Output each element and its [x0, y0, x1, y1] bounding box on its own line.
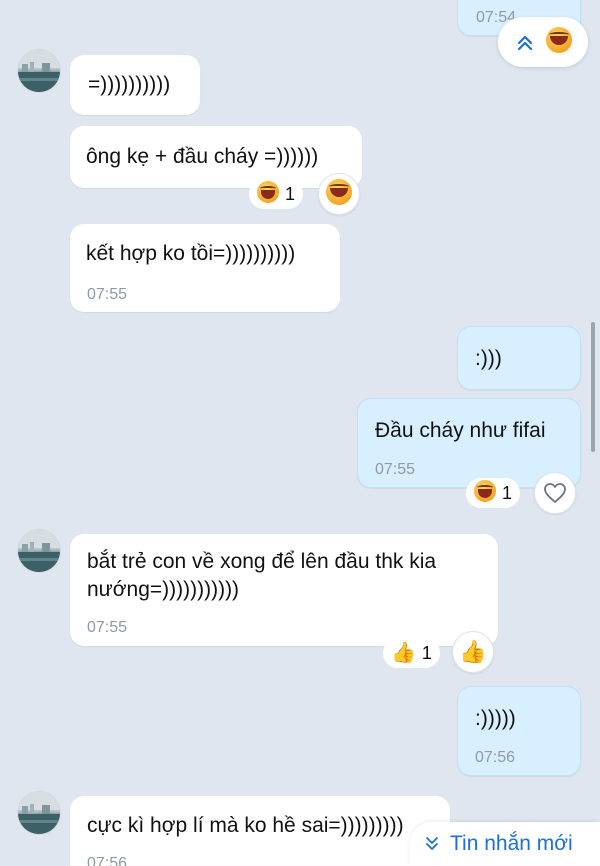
scroll-to-top-button[interactable] [498, 17, 588, 67]
laughing-emoji-icon [546, 26, 572, 58]
message-time: 07:55 [87, 619, 128, 636]
reaction-count-chip[interactable]: 1 [466, 478, 521, 508]
message-text: :))) [475, 347, 502, 370]
reaction-count: 1 [285, 183, 296, 204]
message-text-line: bắt trẻ con về xong để lên đầu thk kia [87, 550, 437, 573]
message-time: 07:55 [375, 461, 416, 478]
heart-outline-icon [544, 483, 566, 503]
new-messages-label: Tin nhắn mới [450, 832, 573, 855]
message-bubble-outgoing[interactable]: :))) [457, 326, 581, 390]
thumbs-up-emoji-icon: 👍 [459, 639, 487, 664]
message-text: =)))))))))) [88, 73, 171, 96]
message-bubble-incoming[interactable]: cực kì hợp lí mà ko hề sai=))))))))) 07:… [70, 796, 450, 866]
message-time: 07:55 [87, 286, 128, 303]
message-text-line: nướng=))))))))))) [87, 578, 240, 601]
double-chevron-up-icon [517, 35, 533, 51]
avatar[interactable] [18, 50, 60, 92]
reaction-count-chip[interactable]: 👍 1 [383, 638, 440, 668]
message-bubble-incoming[interactable]: kết hợp ko tồi=)))))))))) 07:55 [70, 224, 340, 312]
message-text: cực kì hợp lí mà ko hề sai=))))))))) [87, 814, 404, 837]
message-time: 07:56 [475, 749, 516, 766]
add-reaction-button[interactable] [318, 173, 360, 215]
message-time: 07:56 [87, 855, 128, 866]
reaction-count-chip[interactable]: 1 [249, 179, 304, 209]
double-chevron-down-icon [426, 837, 438, 850]
message-bubble-incoming[interactable]: =)))))))))) [70, 55, 200, 115]
add-reaction-button[interactable]: 👍 [452, 631, 494, 673]
laughing-emoji-icon [326, 178, 352, 210]
message-bubble-incoming[interactable]: ông kẹ + đầu cháy =)))))) [70, 126, 362, 188]
add-reaction-button[interactable] [534, 472, 576, 514]
message-text: Đầu cháy như fifai [375, 419, 546, 442]
message-text: ông kẹ + đầu cháy =)))))) [86, 145, 319, 168]
new-messages-button[interactable]: Tin nhắn mới [410, 822, 600, 866]
reaction-count: 1 [502, 482, 513, 503]
avatar[interactable] [18, 792, 60, 834]
laughing-emoji-icon [474, 479, 496, 507]
thumbs-up-emoji-icon: 👍 [391, 642, 416, 664]
message-text: kết hợp ko tồi=)))))))))) [86, 242, 296, 265]
avatar[interactable] [18, 530, 60, 572]
reaction-count: 1 [421, 642, 432, 663]
scrollbar[interactable] [591, 322, 595, 452]
laughing-emoji-icon [257, 180, 279, 208]
message-bubble-incoming[interactable]: bắt trẻ con về xong để lên đầu thk kia n… [70, 534, 498, 646]
message-bubble-outgoing[interactable]: :))))) 07:56 [457, 686, 581, 776]
message-text: :))))) [475, 707, 516, 730]
